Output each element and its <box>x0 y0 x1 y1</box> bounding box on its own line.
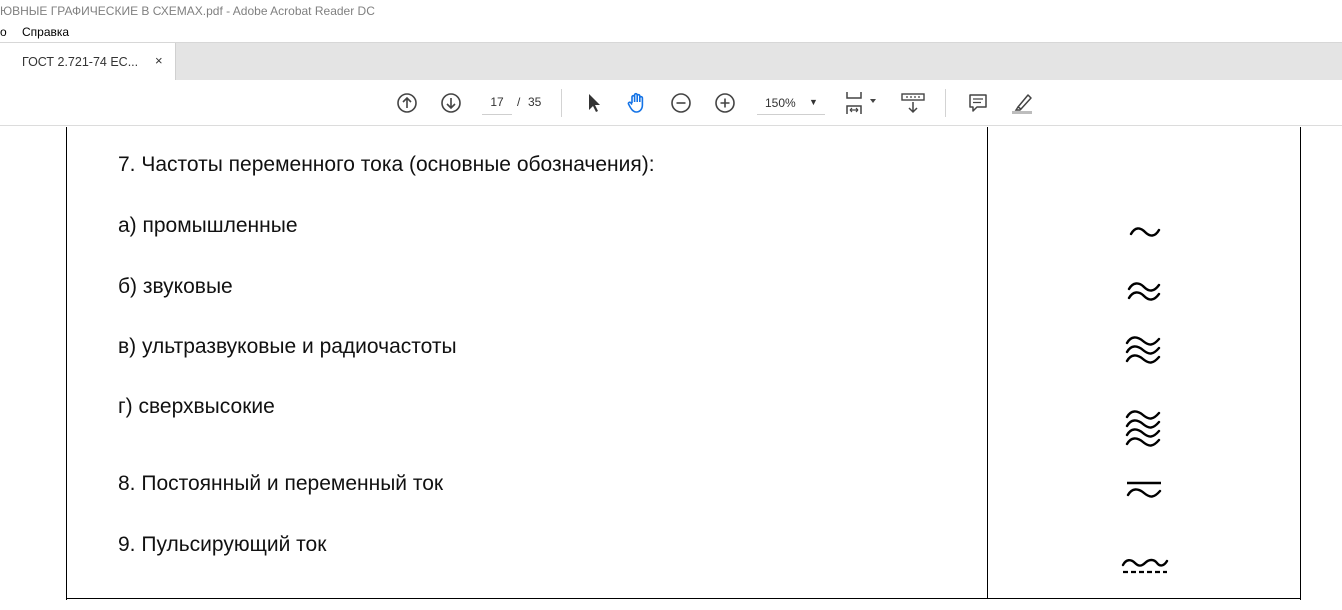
next-page-icon[interactable] <box>439 91 463 115</box>
triple-wave-symbol <box>1125 336 1161 364</box>
row-text-ultrasonic: в) ультразвуковые и радиочастоты <box>118 335 457 358</box>
menu-bar: о Справка <box>0 22 1342 42</box>
toolbar-divider-2 <box>945 89 946 117</box>
hand-tool-icon[interactable] <box>625 91 649 115</box>
prev-page-icon[interactable] <box>395 91 419 115</box>
table-border-bottom <box>66 598 1301 599</box>
window-title: ЮВНЫЕ ГРАФИЧЕСКИЕ В СХЕМАХ.pdf - Adobe A… <box>0 4 375 18</box>
page-separator: / <box>517 95 521 109</box>
table-border-middle <box>987 127 988 599</box>
menu-item-view[interactable]: о <box>0 25 7 39</box>
scroll-mode-icon[interactable] <box>900 91 926 115</box>
row-text-industrial: а) промышленные <box>118 214 298 237</box>
table-border-left <box>66 127 67 600</box>
tab-document[interactable]: ГОСТ 2.721-74 ЕС... × <box>0 43 176 81</box>
zoom-out-icon[interactable] <box>669 91 693 115</box>
document-view[interactable]: 7. Частоты переменного тока (основные об… <box>0 127 1342 610</box>
row-text-heading-7: 7. Частоты переменного тока (основные об… <box>118 153 655 176</box>
window-titlebar: ЮВНЫЕ ГРАФИЧЕСКИЕ В СХЕМАХ.pdf - Adobe A… <box>0 0 1342 22</box>
tab-document-label: ГОСТ 2.721-74 ЕС... <box>22 55 139 69</box>
toolbar: 17 / 35 150% ▼ <box>0 80 1342 126</box>
chevron-down-icon: ▼ <box>809 97 818 107</box>
zoom-in-icon[interactable] <box>713 91 737 115</box>
comment-icon[interactable] <box>966 91 990 115</box>
select-cursor-icon[interactable] <box>582 91 606 115</box>
pulsating-symbol <box>1121 558 1169 574</box>
row-text-dc-ac: 8. Постоянный и переменный ток <box>118 472 444 495</box>
menu-item-help[interactable]: Справка <box>22 25 69 39</box>
table-border-right <box>1300 127 1301 600</box>
row-text-pulsating: 9. Пульсирующий ток <box>118 533 327 556</box>
dc-ac-symbol <box>1126 481 1162 498</box>
single-wave-symbol <box>1129 227 1161 237</box>
zoom-select[interactable]: 150% ▼ <box>757 91 825 115</box>
double-wave-symbol <box>1127 282 1161 301</box>
quad-wave-symbol <box>1125 410 1161 447</box>
row-text-audio: б) звуковые <box>118 275 233 298</box>
tab-close-icon[interactable]: × <box>155 53 163 68</box>
page-number-input[interactable]: 17 <box>482 91 512 115</box>
row-text-microwave: г) сверхвысокие <box>118 395 275 418</box>
highlight-pen-icon[interactable] <box>1010 91 1034 115</box>
tab-strip: ГОСТ 2.721-74 ЕС... × <box>0 42 1342 81</box>
page-fit-icon[interactable] <box>844 91 880 115</box>
toolbar-divider <box>561 89 562 117</box>
zoom-value: 150% <box>765 96 796 110</box>
page-total: 35 <box>528 95 542 109</box>
